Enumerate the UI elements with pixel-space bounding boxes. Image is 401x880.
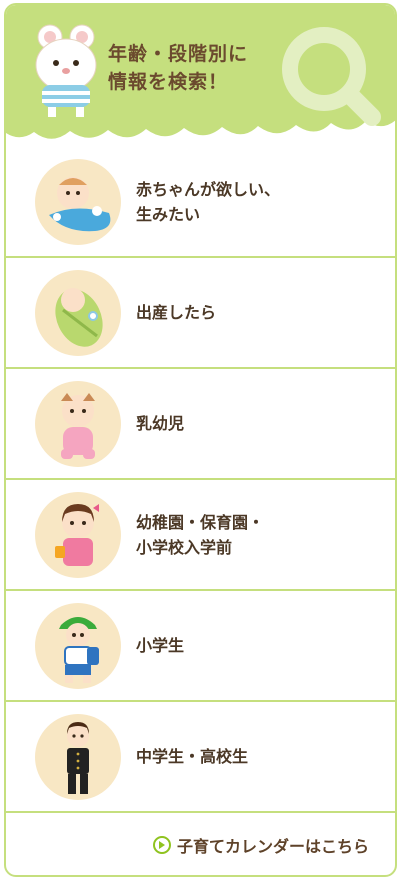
baby-bath-icon <box>35 159 121 245</box>
panel-footer: 子育てカレンダーはこちら <box>6 813 395 875</box>
preschool-girl-icon <box>35 492 121 578</box>
swaddled-baby-icon <box>35 270 121 356</box>
list-item-preschool[interactable]: 幼稚園・保育園・ 小学校入学前 <box>6 480 395 591</box>
arrow-right-circle-icon <box>152 836 171 854</box>
list-item-junior-high[interactable]: 中学生・高校生 <box>6 702 395 813</box>
age-search-panel: 年齢・段階別に 情報を検索！ 赤ちゃんが欲しい、 生みたい 出産したら 乳幼児 … <box>4 3 397 877</box>
panel-header: 年齢・段階別に 情報を検索！ <box>6 5 395 147</box>
list-item-label: 幼稚園・保育園・ 小学校入学前 <box>136 512 265 557</box>
list-item-label: 赤ちゃんが欲しい、 生みたい <box>136 179 281 224</box>
header-title: 年齢・段階別に 情報を検索！ <box>108 43 249 93</box>
childcare-calendar-link-label: 子育てカレンダーはこちら <box>176 837 369 856</box>
list-item-elementary[interactable]: 小学生 <box>6 591 395 702</box>
list-item-label: 出産したら <box>136 303 217 322</box>
magnifier-icon <box>282 27 381 126</box>
mouse-mascot-icon <box>35 24 97 117</box>
student-uniform-icon <box>35 714 121 800</box>
list-item-after-birth[interactable]: 出産したら <box>6 258 395 369</box>
list-item-label: 小学生 <box>136 636 185 655</box>
age-category-list: 赤ちゃんが欲しい、 生みたい 出産したら 乳幼児 幼稚園・保育園・ 小学校入学前… <box>6 147 395 813</box>
list-item-label: 中学生・高校生 <box>136 747 249 766</box>
toddler-icon <box>35 381 121 467</box>
list-item-label: 乳幼児 <box>136 414 185 433</box>
list-item-infant[interactable]: 乳幼児 <box>6 369 395 480</box>
elementary-boy-icon <box>35 603 121 689</box>
list-item-pregnancy[interactable]: 赤ちゃんが欲しい、 生みたい <box>6 147 395 258</box>
childcare-calendar-link[interactable]: 子育てカレンダーはこちら <box>152 833 369 857</box>
